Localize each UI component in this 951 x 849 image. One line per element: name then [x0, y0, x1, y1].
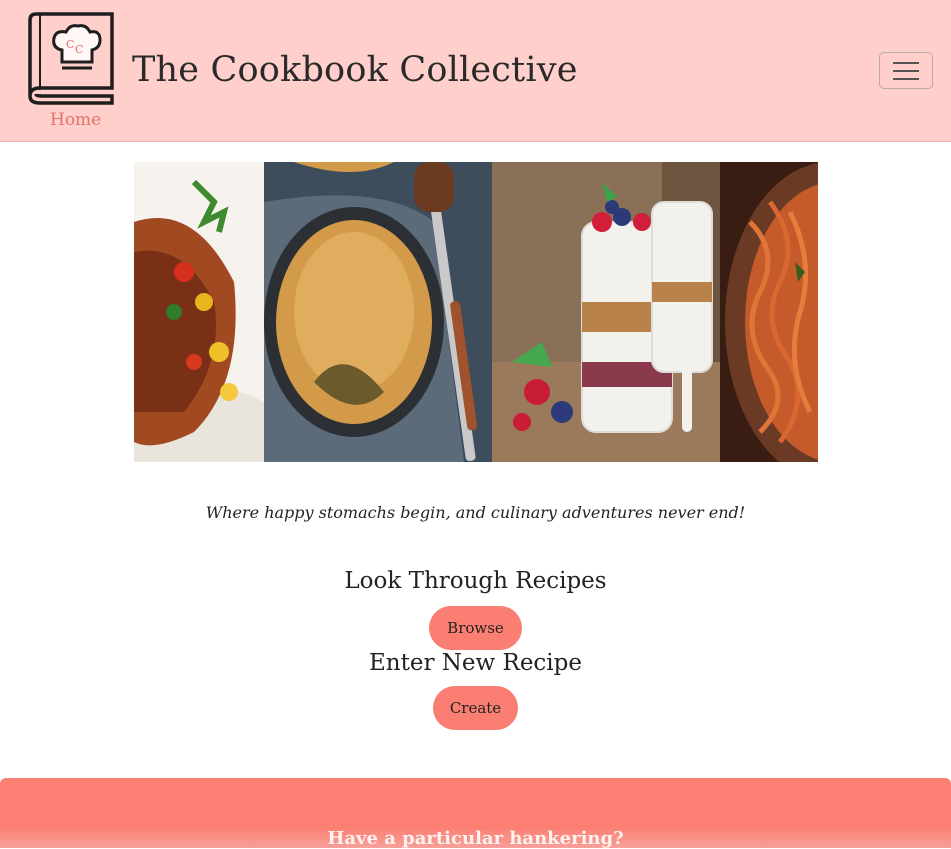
tagline: Where happy stomachs begin, and culinary… — [205, 503, 746, 522]
create-button[interactable]: Create — [433, 686, 518, 730]
footer: Have a particular hankering? — [0, 778, 951, 849]
yogurt-parfait-image — [492, 162, 720, 462]
cookbook-logo-icon[interactable]: C C — [22, 10, 118, 106]
salmon-dish-image — [134, 162, 264, 462]
navbar: C C Home The Cookbook Collective — [0, 0, 951, 142]
svg-text:C: C — [66, 38, 74, 51]
create-heading: Enter New Recipe — [369, 650, 582, 676]
pot-pie-image — [264, 162, 492, 462]
footer-heading: Have a particular hankering? — [327, 828, 624, 849]
food-carousel[interactable] — [134, 162, 818, 462]
home-link[interactable]: Home — [50, 110, 101, 130]
browse-heading: Look Through Recipes — [344, 568, 607, 594]
spaghetti-image — [720, 162, 818, 462]
browse-button[interactable]: Browse — [429, 606, 522, 650]
svg-text:C: C — [75, 43, 83, 56]
menu-toggle-button[interactable] — [879, 52, 933, 89]
site-title[interactable]: The Cookbook Collective — [132, 50, 578, 90]
hamburger-icon — [893, 61, 919, 64]
